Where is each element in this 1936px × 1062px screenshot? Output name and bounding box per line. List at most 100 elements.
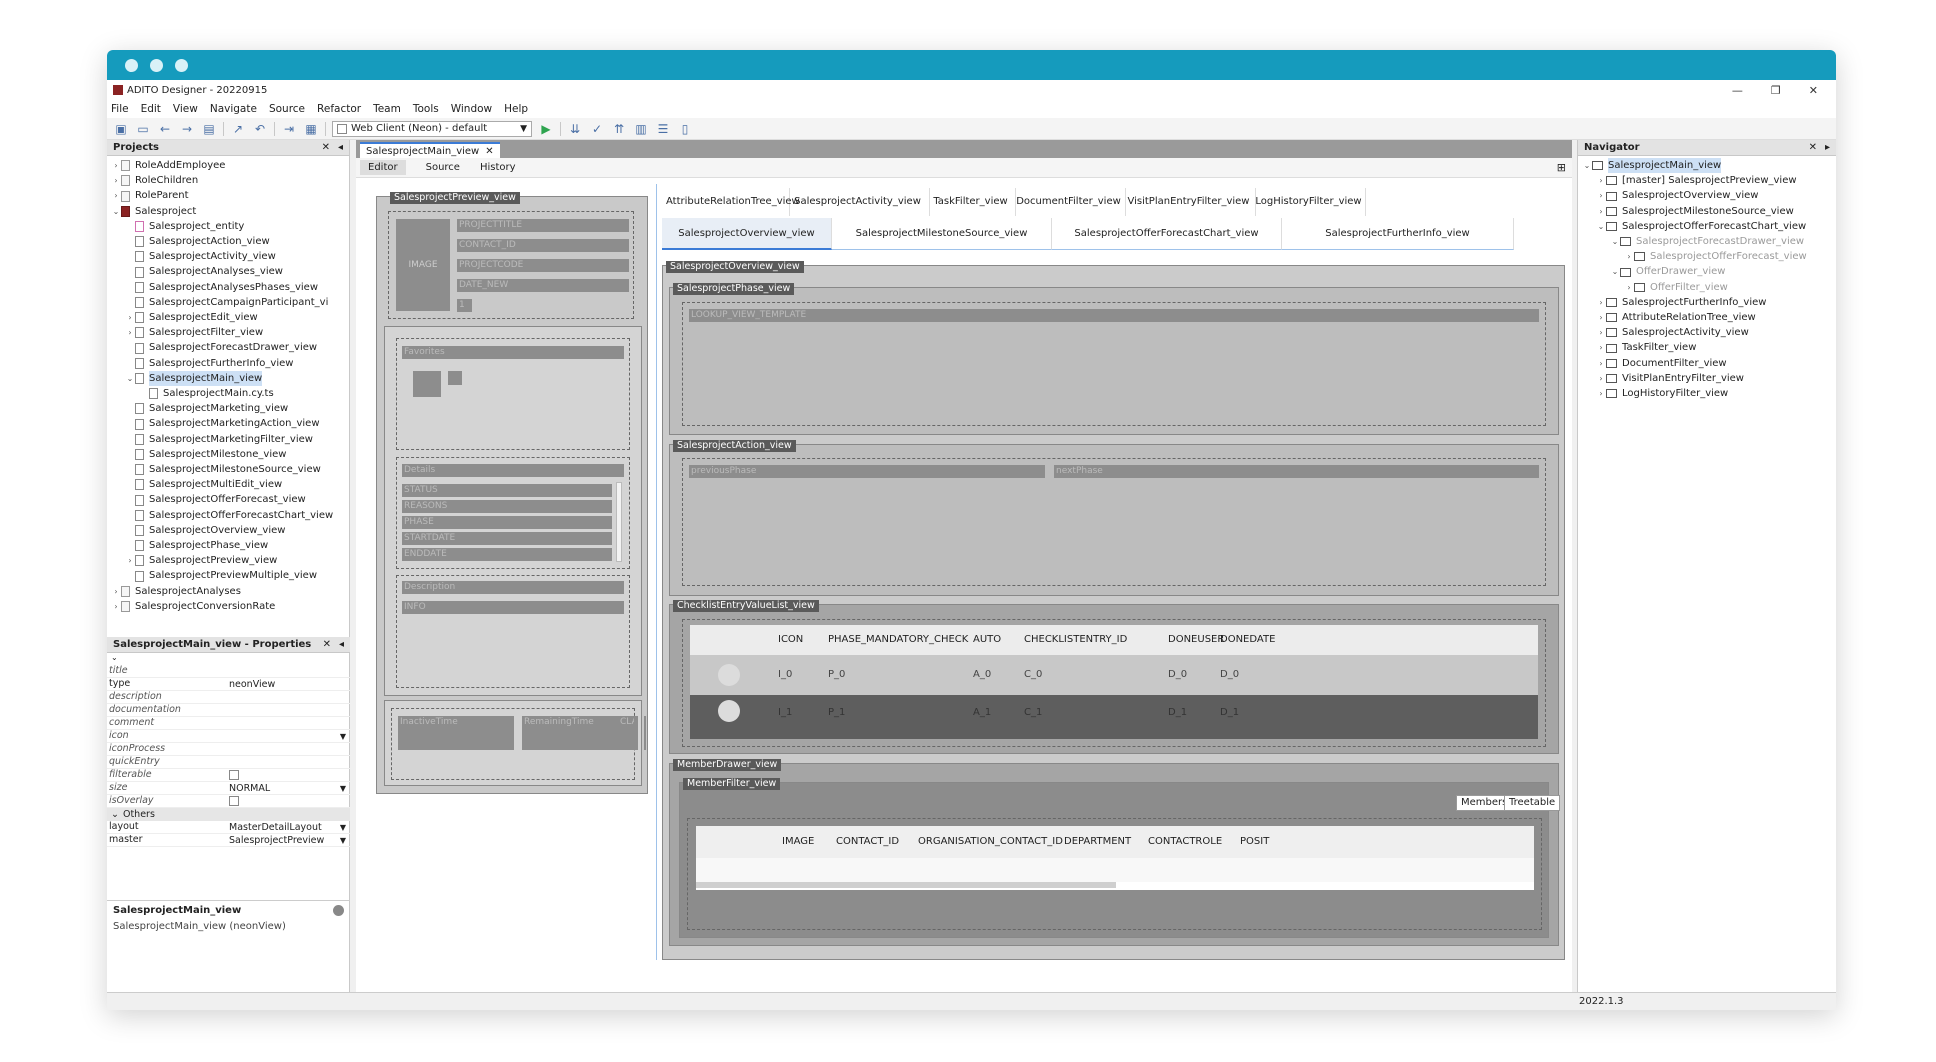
chevron-icon[interactable]: ⌄ <box>1582 158 1592 173</box>
deploy-icon[interactable]: ⇥ <box>281 121 297 137</box>
treetable-button[interactable]: Treetable <box>1504 795 1561 811</box>
properties-collapse-icon[interactable]: ⌄ <box>107 653 350 665</box>
field-phase[interactable]: PHASE <box>402 516 612 529</box>
property-value[interactable]: MasterDetailLayout ▼ <box>227 821 350 833</box>
property-checkbox[interactable] <box>229 770 239 780</box>
column-header[interactable]: ORGANISATION_CONTACT_ID <box>918 836 1063 847</box>
navigator-item[interactable]: › AttributeRelationTree_view <box>1578 310 1836 325</box>
chevron-icon[interactable]: › <box>1624 280 1634 295</box>
navigator-item[interactable]: › SalesprojectOfferForecast_view <box>1578 249 1836 264</box>
list-icon[interactable]: ☰ <box>655 121 671 137</box>
tree-item[interactable]: › RoleChildren <box>107 173 349 188</box>
favorites-bar[interactable]: Favorites <box>402 346 624 359</box>
save-all-icon[interactable]: ▤ <box>201 121 217 137</box>
chevron-icon[interactable]: › <box>111 188 121 203</box>
view-tab[interactable]: SalesprojectActivity_view <box>786 188 930 216</box>
menu-team[interactable]: Team <box>373 103 401 115</box>
chevron-icon[interactable]: › <box>1624 249 1634 264</box>
window-dot-minimize[interactable] <box>150 58 163 72</box>
chevron-icon[interactable]: › <box>1596 204 1606 219</box>
details-bar[interactable]: Details <box>402 464 624 477</box>
field-status[interactable]: STATUS <box>402 484 612 497</box>
property-value[interactable]: SalesprojectPreview ▼ <box>227 834 350 846</box>
chevron-icon[interactable]: › <box>1596 340 1606 355</box>
tree-item[interactable]: SalesprojectCampaignParticipant_vi <box>107 295 349 310</box>
property-row[interactable]: layout MasterDetailLayout ▼ <box>107 821 350 834</box>
column-header[interactable]: PHASE_MANDATORY_CHECK <box>828 634 968 645</box>
chevron-icon[interactable]: ⌄ <box>125 371 135 386</box>
window-dot-close[interactable] <box>125 58 138 72</box>
view-tab[interactable]: DocumentFilter_view <box>1012 188 1126 216</box>
property-row[interactable]: comment <box>107 717 350 730</box>
chevron-icon[interactable]: › <box>111 584 121 599</box>
tree-item[interactable]: SalesprojectAnalyses_view <box>107 264 349 279</box>
close-icon[interactable]: ✕ <box>485 146 493 157</box>
property-value[interactable] <box>227 756 350 768</box>
navigator-item[interactable]: › VisitPlanEntryFilter_view <box>1578 371 1836 386</box>
property-row[interactable]: title <box>107 665 350 678</box>
field-date-new[interactable]: DATE_NEW <box>457 279 629 292</box>
view-tab[interactable]: SalesprojectMilestoneSource_view <box>832 218 1052 250</box>
property-row[interactable]: filterable <box>107 769 350 782</box>
menu-edit[interactable]: Edit <box>141 103 161 115</box>
tree-item[interactable]: SalesprojectMarketingAction_view <box>107 416 349 431</box>
database-icon[interactable]: ▦ <box>303 121 319 137</box>
menu-view[interactable]: View <box>173 103 198 115</box>
tree-item[interactable]: SalesprojectAnalysesPhases_view <box>107 280 349 295</box>
column-header[interactable]: ICON <box>778 634 803 645</box>
tree-item[interactable]: SalesprojectMultiEdit_view <box>107 477 349 492</box>
tree-item[interactable]: SalesprojectMarketing_view <box>107 401 349 416</box>
document-tab[interactable]: SalesprojectMain_view ✕ <box>360 142 500 158</box>
chevron-down-icon[interactable]: ▼ <box>340 784 350 793</box>
property-row[interactable]: isOverlay <box>107 795 350 808</box>
column-header[interactable]: CONTACTROLE <box>1148 836 1222 847</box>
open-folder-icon[interactable]: ▭ <box>135 121 151 137</box>
restore-button[interactable]: ❐ <box>1771 84 1781 97</box>
property-value[interactable] <box>227 743 350 755</box>
chevron-down-icon[interactable]: ▼ <box>340 732 350 741</box>
menu-help[interactable]: Help <box>504 103 528 115</box>
column-header[interactable]: CHECKLISTENTRY_ID <box>1024 634 1127 645</box>
minimize-panel-icon[interactable]: ▸ <box>1825 142 1830 153</box>
navigator-item[interactable]: › DocumentFilter_view <box>1578 356 1836 371</box>
splitter[interactable] <box>656 184 657 960</box>
tree-item[interactable]: SalesprojectPreviewMultiple_view <box>107 568 349 583</box>
undo-icon[interactable]: ↶ <box>252 121 268 137</box>
navigator-item[interactable]: › [master] SalesprojectPreview_view <box>1578 173 1836 188</box>
navigator-item[interactable]: ⌄ SalesprojectOfferForecastChart_view <box>1578 219 1836 234</box>
chevron-icon[interactable]: › <box>1596 371 1606 386</box>
tree-item[interactable]: › SalesprojectFilter_view <box>107 325 349 340</box>
navigator-item[interactable]: ⌄ OfferDrawer_view <box>1578 264 1836 279</box>
view-tab[interactable]: VisitPlanEntryFilter_view <box>1122 188 1256 216</box>
window-dot-zoom[interactable] <box>175 58 188 72</box>
favorite-icon-small[interactable] <box>448 371 462 385</box>
tree-item[interactable]: › SalesprojectAnalyses <box>107 584 349 599</box>
chevron-icon[interactable]: ⌄ <box>111 204 121 219</box>
new-project-icon[interactable]: ▣ <box>113 121 129 137</box>
minimize-panel-icon[interactable]: ◂ <box>338 142 343 153</box>
tree-item[interactable]: SalesprojectForecastDrawer_view <box>107 340 349 355</box>
table-row[interactable]: I_1 P_1 A_1 C_1 D_1 D_1 <box>690 695 1538 739</box>
menu-tools[interactable]: Tools <box>413 103 439 115</box>
minimize-button[interactable]: — <box>1732 84 1743 97</box>
tree-item[interactable]: ⌄ SalesprojectMain_view <box>107 370 349 387</box>
tree-item[interactable]: SalesprojectMain.cy.ts <box>107 386 349 401</box>
property-value[interactable] <box>227 717 350 729</box>
tree-item[interactable]: SalesprojectPhase_view <box>107 538 349 553</box>
field-startdate[interactable]: STARTDATE <box>402 532 612 545</box>
field-reasons[interactable]: REASONS <box>402 500 612 513</box>
chevron-icon[interactable]: ⌄ <box>1610 264 1620 279</box>
tree-item[interactable]: SalesprojectOfferForecast_view <box>107 492 349 507</box>
tree-item[interactable]: SalesprojectMilestoneSource_view <box>107 462 349 477</box>
chevron-icon[interactable]: ⌄ <box>1596 219 1606 234</box>
chevron-icon[interactable]: › <box>125 553 135 568</box>
double-down-icon[interactable]: ⇊ <box>567 121 583 137</box>
navigator-item[interactable]: › LogHistoryFilter_view <box>1578 386 1836 401</box>
chevron-icon[interactable]: › <box>1596 188 1606 203</box>
field-projecttitle[interactable]: PROJECTTITLE <box>457 219 629 232</box>
lookup-template-bar[interactable]: LOOKUP_VIEW_TEMPLATE <box>689 309 1539 322</box>
minimize-panel-icon[interactable]: ◂ <box>339 639 344 650</box>
tree-item[interactable]: SalesprojectActivity_view <box>107 249 349 264</box>
chevron-icon[interactable]: › <box>1596 310 1606 325</box>
view-tab[interactable]: AttributeRelationTree_view <box>666 188 800 216</box>
